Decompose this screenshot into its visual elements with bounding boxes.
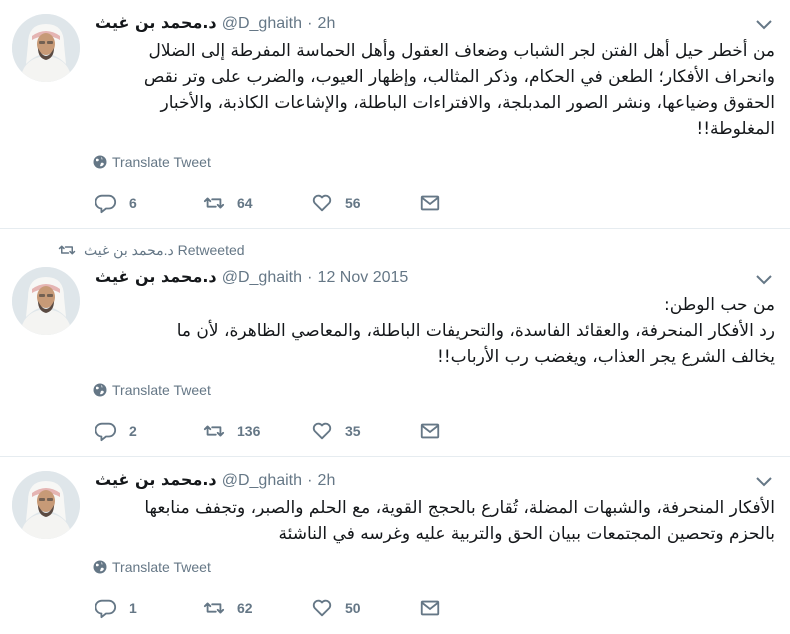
reply-button[interactable]: 2 [95,419,137,443]
reply-count: 2 [129,423,137,439]
avatar-image [12,14,80,82]
tweet-timestamp[interactable]: 2h [318,472,336,489]
author-handle[interactable]: @D_ghaith [222,472,302,489]
retweet-count: 136 [237,423,261,439]
retweet-count: 62 [237,600,253,616]
author-name[interactable]: د.محمد بن غيث [95,267,217,286]
chevron-down-icon[interactable] [756,275,772,285]
tweet-timestamp[interactable]: 12 Nov 2015 [318,269,409,286]
like-button[interactable]: 56 [311,191,361,215]
like-count: 35 [345,423,361,439]
separator-dot: · [307,269,313,286]
like-button[interactable]: 50 [311,596,361,620]
retweet-button[interactable]: 64 [203,191,253,215]
retweet-button[interactable]: 62 [203,596,253,620]
reply-button[interactable]: 1 [95,596,137,620]
separator-dot: · [307,15,313,32]
globe-icon [93,155,107,169]
retweet-icon [58,245,76,255]
envelope-icon [420,195,440,211]
translate-tweet-link[interactable]: Translate Tweet [93,152,211,172]
author-handle[interactable]: @D_ghaith [222,15,302,32]
retweet-count: 64 [237,195,253,211]
tweet-text: الأفكار المنحرفة، والشبهات المضلة، تُقار… [144,498,775,544]
tweet-actions: 6 64 56 [95,191,455,215]
tweet-actions: 2 136 35 [95,419,455,443]
author-name[interactable]: د.محمد بن غيث [95,13,217,32]
reply-count: 6 [129,195,137,211]
tweet-actions: 1 62 50 [95,596,455,620]
envelope-icon [420,423,440,439]
tweet-header: د.محمد بن غيث @D_ghaith · 2h [95,12,335,34]
tweet-timestamp[interactable]: 2h [318,15,336,32]
direct-message-button[interactable] [419,596,441,620]
avatar[interactable] [12,267,80,335]
heart-icon [312,599,332,617]
envelope-icon [420,600,440,616]
retweet-button[interactable]: 136 [203,419,260,443]
translate-tweet-link[interactable]: Translate Tweet [93,557,211,577]
separator-dot: · [307,472,313,489]
like-count: 56 [345,195,361,211]
avatar-image [12,471,80,539]
chevron-down-icon[interactable] [756,20,772,30]
tweet-text: من حب الوطن: رد الأفكار المنحرفة، والعقا… [176,295,775,367]
translate-label: Translate Tweet [112,154,211,170]
globe-icon [93,383,107,397]
avatar-image [12,267,80,335]
translate-tweet-link[interactable]: Translate Tweet [93,380,211,400]
like-button[interactable]: 35 [311,419,361,443]
globe-icon [93,560,107,574]
tweet-header: د.محمد بن غيث @D_ghaith · 2h [95,469,335,491]
tweet-text: من أخطر حيل أهل الفتن لجر الشباب وضعاف ا… [143,41,775,139]
avatar[interactable] [12,471,80,539]
reply-button[interactable]: 6 [95,191,137,215]
retweet-icon [203,602,225,614]
tweet[interactable]: د.محمد بن غيث Retweeted د.محمد بن غيث @D… [0,229,790,457]
like-count: 50 [345,600,361,616]
translate-label: Translate Tweet [112,559,211,575]
reply-icon [95,599,117,619]
direct-message-button[interactable] [419,419,441,443]
tweet[interactable]: د.محمد بن غيث @D_ghaith · 2h الأفكار الم… [0,457,790,634]
retweet-icon [203,197,225,209]
heart-icon [312,194,332,212]
tweet[interactable]: د.محمد بن غيث @D_ghaith · 2h من أخطر حيل… [0,0,790,229]
author-name[interactable]: د.محمد بن غيث [95,470,217,489]
heart-icon [312,422,332,440]
reply-count: 1 [129,600,137,616]
reply-icon [95,422,117,442]
chevron-down-icon[interactable] [756,477,772,487]
retweeted-banner: د.محمد بن غيث Retweeted [58,241,245,259]
avatar[interactable] [12,14,80,82]
retweeted-by-label[interactable]: د.محمد بن غيث Retweeted [84,242,245,259]
tweet-header: د.محمد بن غيث @D_ghaith · 12 Nov 2015 [95,266,408,288]
author-handle[interactable]: @D_ghaith [222,269,302,286]
translate-label: Translate Tweet [112,382,211,398]
retweet-icon [203,425,225,437]
direct-message-button[interactable] [419,191,441,215]
reply-icon [95,194,117,214]
